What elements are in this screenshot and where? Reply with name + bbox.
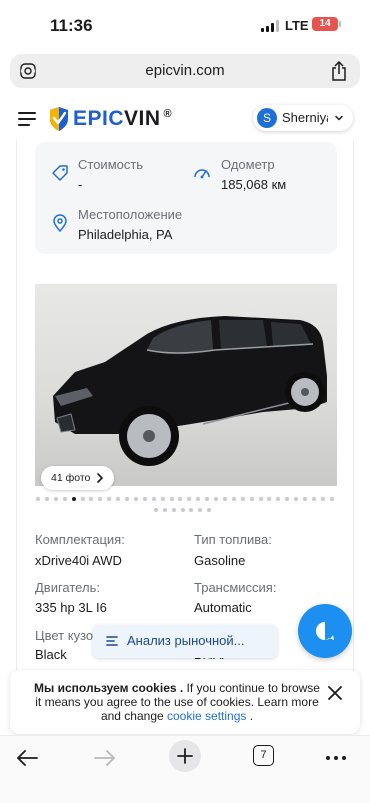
gallery-dot[interactable] xyxy=(214,497,218,501)
gallery-dot[interactable] xyxy=(303,497,307,501)
hamburger-menu-icon[interactable] xyxy=(18,112,36,126)
car-image xyxy=(35,284,337,486)
gallery-dot[interactable] xyxy=(162,508,167,512)
gallery-dot[interactable] xyxy=(125,497,129,501)
new-tab-button[interactable] xyxy=(169,740,201,772)
fuel-label: Тип топлива: xyxy=(194,532,272,547)
chevron-down-icon xyxy=(335,115,343,121)
location-value: Philadelphia, PA xyxy=(78,227,173,242)
vehicle-photo[interactable] xyxy=(35,284,337,486)
market-analysis-button[interactable]: Анализ рыночной... xyxy=(93,625,277,658)
cookie-text-2: . xyxy=(246,709,254,723)
gallery-dot[interactable] xyxy=(44,497,49,501)
photo-count-button[interactable]: 41 фото xyxy=(41,466,115,490)
trim-value: xDrive40i AWD xyxy=(35,553,122,568)
back-arrow-icon[interactable] xyxy=(13,744,41,772)
gallery-dot[interactable] xyxy=(133,497,138,501)
tabs-count-button[interactable]: 7 xyxy=(253,745,274,766)
odometer-label: Одометр xyxy=(221,157,275,172)
gallery-dot[interactable] xyxy=(311,497,316,501)
shield-logo-icon xyxy=(50,107,68,131)
user-name: Sherniyaz xyxy=(282,110,328,125)
location-label: Местоположение xyxy=(78,207,183,222)
vehicle-info-box: Стоимость - Одометр 185,068 км Местополо… xyxy=(35,142,337,254)
chat-button[interactable] xyxy=(298,604,352,658)
chat-bubble-icon xyxy=(315,621,334,640)
gallery-dot[interactable] xyxy=(62,497,67,501)
cookie-text: Мы используем cookies . If you continue … xyxy=(30,681,324,723)
gallery-dot[interactable] xyxy=(329,497,334,501)
body-color-label: Цвет кузова: xyxy=(35,628,97,643)
network-type: LTE xyxy=(285,18,309,33)
engine-label: Двигатель: xyxy=(35,580,100,595)
logo-epic: EPIC xyxy=(73,107,125,130)
price-value: - xyxy=(78,177,83,192)
forward-arrow-icon[interactable] xyxy=(91,744,119,772)
transmission-value: Automatic xyxy=(194,600,252,615)
share-icon[interactable] xyxy=(330,61,348,81)
gallery-dot[interactable] xyxy=(53,497,58,501)
gallery-dot[interactable] xyxy=(80,497,85,501)
browser-toolbar: 7 xyxy=(0,735,370,803)
list-icon xyxy=(106,636,118,646)
odometer-icon xyxy=(194,169,210,179)
signal-icon xyxy=(261,20,279,32)
chevron-right-icon xyxy=(97,473,104,483)
gallery-dot[interactable] xyxy=(231,497,236,501)
engine-value: 335 hp 3L I6 xyxy=(35,600,107,615)
avatar: S xyxy=(257,108,277,128)
body-color-value: Black xyxy=(35,647,67,662)
market-analysis-label: Анализ рыночной... xyxy=(127,633,245,648)
gallery-dot[interactable] xyxy=(258,497,263,501)
gallery-dot[interactable] xyxy=(71,497,76,501)
address-bar[interactable]: epicvin.com xyxy=(10,54,360,88)
gallery-dot[interactable] xyxy=(169,497,174,501)
location-pin-icon xyxy=(53,214,67,232)
gallery-dot[interactable] xyxy=(160,497,165,501)
status-time: 11:36 xyxy=(50,16,93,35)
logo-vin: VIN xyxy=(124,107,161,130)
more-options-icon[interactable] xyxy=(322,744,350,772)
photo-count-label: 41 фото xyxy=(51,472,91,484)
cookie-bold: Мы используем cookies . xyxy=(34,681,184,695)
gallery-dot[interactable] xyxy=(153,508,158,512)
trim-label: Комплектация: xyxy=(35,532,125,547)
gallery-dot[interactable] xyxy=(320,497,325,501)
gallery-dot[interactable] xyxy=(222,497,227,501)
logo-registered: ® xyxy=(163,108,172,120)
user-menu-button[interactable]: S Sherniyaz xyxy=(253,105,353,131)
cookie-settings-link[interactable]: cookie settings xyxy=(167,709,246,723)
gallery-dot[interactable] xyxy=(151,497,156,501)
odometer-value: 185,068 км xyxy=(221,177,287,192)
gallery-dot[interactable] xyxy=(180,508,185,512)
status-bar: 11:36 LTE 14 xyxy=(0,0,370,48)
gallery-dot[interactable] xyxy=(240,497,245,501)
gallery-dot[interactable] xyxy=(249,497,254,501)
gallery-dot[interactable] xyxy=(171,508,176,512)
price-label: Стоимость xyxy=(78,157,144,172)
fuel-value: Gasoline xyxy=(194,553,246,568)
plus-icon xyxy=(177,748,193,764)
cookie-banner: Мы используем cookies . If you continue … xyxy=(10,670,360,734)
transmission-label: Трансмиссия: xyxy=(194,580,277,595)
close-icon[interactable] xyxy=(328,686,342,700)
page: 11:36 LTE 14 epicvin.com EPICVIN ® S She… xyxy=(0,0,370,803)
battery-icon: 14 xyxy=(312,17,341,31)
url-text[interactable]: epicvin.com xyxy=(10,62,360,79)
price-tag-icon xyxy=(52,165,68,181)
epicvin-logo[interactable]: EPICVIN ® xyxy=(48,106,172,132)
gallery-dot[interactable] xyxy=(36,497,40,501)
gallery-dot[interactable] xyxy=(142,497,147,501)
